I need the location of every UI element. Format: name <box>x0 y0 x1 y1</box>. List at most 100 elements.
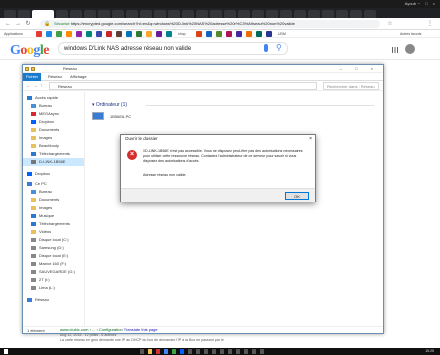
browser-tab[interactable] <box>266 10 278 18</box>
browser-tab[interactable] <box>56 10 68 18</box>
bookmark-icon[interactable] <box>136 31 142 37</box>
bookmark-icon[interactable] <box>236 31 242 37</box>
start-icon[interactable] <box>4 349 8 354</box>
browser-tab[interactable] <box>70 10 82 18</box>
nav-drive-l[interactable]: Lima (L:) <box>31 284 55 292</box>
browser-tab[interactable] <box>280 10 292 18</box>
folder-icon[interactable] <box>25 67 29 71</box>
nav-pc-documents[interactable]: Documents <box>31 196 59 204</box>
taskbar-app-icon[interactable] <box>156 349 160 354</box>
avatar[interactable] <box>405 44 415 54</box>
window-controls[interactable]: − □ × <box>418 0 437 8</box>
nav-drive-g[interactable]: SAUVEGARDE (G:) <box>31 268 75 276</box>
browser-tab[interactable] <box>322 10 334 18</box>
bookmark-icon[interactable] <box>146 31 152 37</box>
browser-tab[interactable] <box>350 10 362 18</box>
nav-megasync[interactable]: MEGAsync <box>31 110 59 118</box>
browser-tab[interactable] <box>126 10 138 18</box>
bookmark-icon[interactable] <box>106 31 112 37</box>
taskbar-app-icon[interactable] <box>228 349 232 354</box>
taskbar-app-icon[interactable] <box>172 349 176 354</box>
browser-tab[interactable] <box>210 10 222 18</box>
forward-icon[interactable]: → <box>33 82 38 90</box>
bookmark-icon[interactable] <box>96 31 102 37</box>
mic-icon[interactable] <box>264 44 268 52</box>
nav-documents[interactable]: Documents <box>31 126 59 134</box>
browser-tab[interactable] <box>196 10 208 18</box>
bookmark-shop[interactable]: shop <box>178 30 186 38</box>
nav-drive-f[interactable]: Maxtor 160 (F:) <box>31 260 66 268</box>
apps-grid-icon[interactable] <box>392 47 398 53</box>
browser-tab[interactable] <box>308 10 320 18</box>
search-icon[interactable]: ⚲ <box>276 44 282 52</box>
taskbar-app-icon[interactable] <box>252 349 256 354</box>
browser-tab[interactable] <box>238 10 250 18</box>
bookmark-icon[interactable] <box>86 31 92 37</box>
bookmark-icon[interactable] <box>56 31 62 37</box>
explorer-window-controls[interactable]: – □ × <box>340 65 379 73</box>
bookmark-icon[interactable] <box>116 31 122 37</box>
taskbar-app-icon[interactable] <box>244 349 248 354</box>
nav-network[interactable]: Réseau <box>27 296 49 304</box>
bookmark-icon[interactable] <box>126 31 132 37</box>
taskbar-app-icon[interactable] <box>204 349 208 354</box>
nav-dropbox[interactable]: Dropbox <box>31 118 54 126</box>
nav-desktop[interactable]: Bureau <box>31 102 52 110</box>
nav-pc-downloads[interactable]: Téléchargements <box>31 220 70 228</box>
nav-drive-e[interactable]: Disque local (E:) <box>31 252 68 260</box>
browser-tab[interactable] <box>168 10 180 18</box>
taskbar-app-icon[interactable] <box>140 349 144 354</box>
taskbar-app-icon[interactable] <box>180 349 184 354</box>
browser-tab[interactable] <box>336 10 348 18</box>
folder-icon[interactable] <box>148 349 152 354</box>
menu-icon[interactable]: ⋮ <box>426 20 434 28</box>
browser-tab[interactable] <box>112 10 124 18</box>
bookmark-icon[interactable] <box>256 31 262 37</box>
url-bar[interactable]: 🔒 Sécurisé https://encrypted.google.com/… <box>40 20 380 28</box>
translate-link[interactable]: Translate this page <box>124 327 158 332</box>
bookmark-icon[interactable] <box>206 31 212 37</box>
browser-tab[interactable] <box>98 10 110 18</box>
tab-network[interactable]: Réseau <box>45 73 65 81</box>
bookmark-icon[interactable] <box>36 31 42 37</box>
bookmark-icon[interactable] <box>46 31 52 37</box>
nav-beachbody[interactable]: Beachbody <box>31 142 59 150</box>
clock[interactable]: 15:25 <box>425 348 434 355</box>
chrome-icon[interactable] <box>164 349 168 354</box>
nav-downloads[interactable]: Téléchargements <box>31 150 70 158</box>
search-input[interactable]: windows D'Link NAS adresse réseau non va… <box>58 42 288 55</box>
browser-tab[interactable] <box>252 10 264 18</box>
nav-quick-access[interactable]: Accès rapide <box>27 94 58 102</box>
bookmark-icon[interactable] <box>266 31 272 37</box>
star-icon[interactable]: ☆ <box>386 20 394 28</box>
bookmark-icon[interactable] <box>196 31 202 37</box>
browser-tab[interactable] <box>4 10 16 18</box>
nav-drive-d[interactable]: Samsung (D:) <box>31 244 64 252</box>
taskbar-app-icon[interactable] <box>196 349 200 354</box>
browser-tab[interactable] <box>294 10 306 18</box>
taskbar-app-icon[interactable] <box>212 349 216 354</box>
network-computer-item[interactable]: 1B56E6-PC <box>92 112 131 132</box>
nav-pc-videos[interactable]: Vidéos <box>31 228 51 236</box>
folder-icon[interactable] <box>31 67 35 71</box>
back-icon[interactable]: ← <box>4 20 12 28</box>
browser-tab[interactable] <box>18 10 30 18</box>
browser-tab[interactable] <box>224 10 236 18</box>
google-logo[interactable]: Google <box>10 43 49 59</box>
up-icon[interactable]: ↑ <box>40 82 43 90</box>
bookmark-icon[interactable] <box>226 31 232 37</box>
bookmark-icon[interactable] <box>216 31 222 37</box>
nav-this-pc[interactable]: Ce PC <box>27 180 47 188</box>
back-icon[interactable]: ← <box>26 82 31 90</box>
nav-dlink[interactable]: D-LINK-1B56E <box>23 158 84 166</box>
address-bar[interactable]: Réseau <box>49 82 317 90</box>
result-url[interactable]: www.clubic.com › ... › Configuration Tra… <box>60 327 360 332</box>
taskbar-app-icon[interactable] <box>260 349 264 354</box>
nav-dropbox-root[interactable]: Dropbox <box>27 170 50 178</box>
browser-tab-active[interactable] <box>32 10 54 18</box>
nav-pc-desktop[interactable]: Bureau <box>31 188 52 196</box>
bookmark-icon[interactable] <box>156 31 162 37</box>
nav-drive-c[interactable]: Disque local (C:) <box>31 236 69 244</box>
taskbar-app-icon[interactable] <box>188 349 192 354</box>
bookmark-icon[interactable] <box>246 31 252 37</box>
